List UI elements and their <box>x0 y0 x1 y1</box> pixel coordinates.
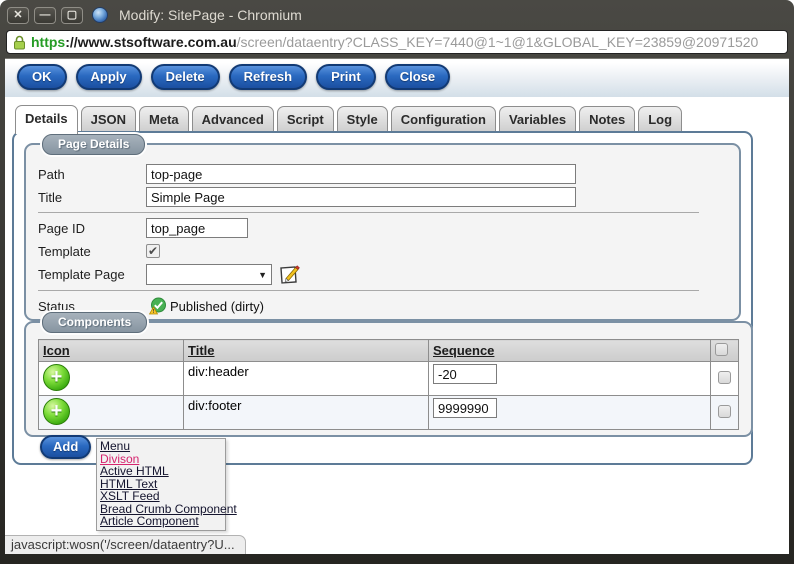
components-table: Icon Title Sequence + div:header + div:f… <box>38 339 739 430</box>
minimize-window-button[interactable]: — <box>34 7 56 24</box>
url-path: /screen/dataentry?CLASS_KEY=7440@1~1@1&G… <box>237 34 759 50</box>
url-bar-row: https://www.stsoftware.com.au/screen/dat… <box>5 28 789 58</box>
chevron-down-icon: ▼ <box>258 270 267 280</box>
status-value: Published (dirty) <box>170 299 264 314</box>
path-label: Path <box>38 167 146 182</box>
add-row: Add Menu Divison Active HTML HTML Text X… <box>38 435 739 461</box>
page-details-legend: Page Details <box>42 134 145 155</box>
row-checkbox-2[interactable] <box>718 405 731 418</box>
template-page-select[interactable]: ▼ <box>146 264 272 285</box>
component-title-2: div:footer <box>184 396 429 430</box>
tab-style[interactable]: Style <box>337 106 388 131</box>
page-details-fieldset: Page Details Path Title Page ID Template <box>24 143 741 321</box>
maximize-window-button[interactable]: ▢ <box>61 7 83 24</box>
tab-script[interactable]: Script <box>277 106 334 131</box>
icon-column-header[interactable]: Icon <box>39 340 184 362</box>
add-dropdown-menu: Menu Divison Active HTML HTML Text XSLT … <box>96 438 226 531</box>
template-checkbox[interactable]: ✔ <box>146 244 160 258</box>
components-fieldset: Components Icon Title Sequence + div:hea… <box>24 321 753 437</box>
row-checkbox[interactable] <box>718 371 731 384</box>
details-tab-panel: Page Details Path Title Page ID Template <box>12 131 753 465</box>
components-header-row: Icon Title Sequence <box>39 340 739 362</box>
ok-button[interactable]: OK <box>17 64 67 90</box>
title-column-header[interactable]: Title <box>184 340 429 362</box>
page-id-label: Page ID <box>38 221 146 236</box>
refresh-button[interactable]: Refresh <box>229 64 307 90</box>
print-button[interactable]: Print <box>316 64 376 90</box>
component-title: div:header <box>184 362 429 396</box>
tab-notes[interactable]: Notes <box>579 106 635 131</box>
delete-button[interactable]: Delete <box>151 64 220 90</box>
url-bar[interactable]: https://www.stsoftware.com.au/screen/dat… <box>6 30 788 54</box>
window-title-bar: ✕ — ▢ Modify: SitePage - Chromium <box>5 0 789 28</box>
close-button[interactable]: Close <box>385 64 450 90</box>
title-input[interactable] <box>146 187 576 207</box>
action-toolbar: OK Apply Delete Refresh Print Close <box>5 59 789 97</box>
field-separator <box>38 212 699 213</box>
menu-item-xslt-feed[interactable]: XSLT Feed <box>100 490 222 503</box>
tab-json[interactable]: JSON <box>81 106 136 131</box>
add-component-icon[interactable]: + <box>43 364 70 391</box>
tab-details[interactable]: Details <box>15 105 78 134</box>
select-all-header-cell <box>711 340 739 362</box>
status-tooltip: javascript:wosn('/screen/dataentry?U... <box>5 535 246 554</box>
tab-variables[interactable]: Variables <box>499 106 576 131</box>
url-scheme: https <box>31 34 65 50</box>
page-id-input[interactable] <box>146 218 248 238</box>
tab-log[interactable]: Log <box>638 106 682 131</box>
menu-item-menu[interactable]: Menu <box>100 440 222 453</box>
sequence-column-header[interactable]: Sequence <box>429 340 711 362</box>
template-page-field-row: Template Page ▼ <box>38 264 727 285</box>
title-field-row: Title <box>38 187 727 207</box>
url-text: https://www.stsoftware.com.au/screen/dat… <box>31 34 758 50</box>
add-button[interactable]: Add <box>40 435 91 459</box>
tab-configuration[interactable]: Configuration <box>391 106 496 131</box>
title-label: Title <box>38 190 146 205</box>
template-field-row: Template ✔ <box>38 241 727 261</box>
page-content: OK Apply Delete Refresh Print Close Deta… <box>5 58 789 554</box>
browser-window: ✕ — ▢ Modify: SitePage - Chromium https:… <box>0 0 794 564</box>
select-all-checkbox[interactable] <box>715 343 728 356</box>
padlock-icon <box>13 35 26 50</box>
path-field-row: Path <box>38 164 727 184</box>
template-label: Template <box>38 244 146 259</box>
page-id-field-row: Page ID <box>38 218 727 238</box>
svg-text:!: ! <box>153 309 155 315</box>
tab-advanced[interactable]: Advanced <box>192 106 274 131</box>
chromium-icon <box>92 7 108 23</box>
path-input[interactable] <box>146 164 576 184</box>
sequence-input-header[interactable] <box>433 364 497 384</box>
menu-item-active-html[interactable]: Active HTML <box>100 465 222 478</box>
apply-button[interactable]: Apply <box>76 64 142 90</box>
components-legend: Components <box>42 312 147 333</box>
close-window-button[interactable]: ✕ <box>7 7 29 24</box>
tab-bar: Details JSON Meta Advanced Script Style … <box>5 97 789 131</box>
url-host: ://www.stsoftware.com.au <box>65 34 236 50</box>
field-separator-2 <box>38 290 699 291</box>
add-component-icon-2[interactable]: + <box>43 398 70 425</box>
published-status-icon: ! <box>149 297 167 315</box>
component-row-header: + div:header <box>39 362 739 396</box>
edit-icon[interactable] <box>279 264 300 285</box>
menu-item-article-component[interactable]: Article Component <box>100 515 222 528</box>
window-title: Modify: SitePage - Chromium <box>119 7 302 23</box>
tab-meta[interactable]: Meta <box>139 106 189 131</box>
component-row-footer: + div:footer <box>39 396 739 430</box>
sequence-input-footer[interactable] <box>433 398 497 418</box>
template-page-label: Template Page <box>38 267 146 282</box>
